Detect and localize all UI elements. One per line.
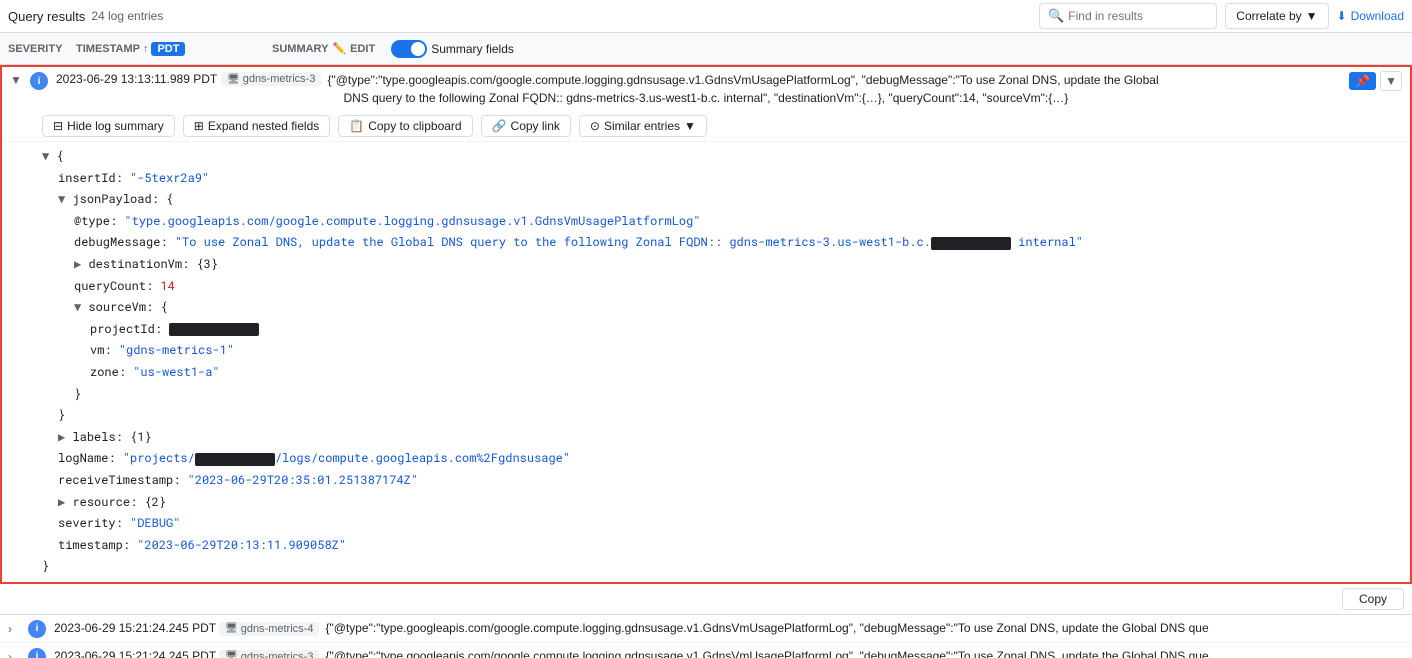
clipboard-icon: 📋 — [349, 119, 364, 133]
log-message-preview: {"@type":"type.googleapis.com/google.com… — [327, 71, 1349, 107]
log-message: {"@type":"type.googleapis.com/google.com… — [325, 619, 1404, 637]
entry-actions-right: 📌 ▼ — [1349, 71, 1402, 91]
destination-vm-field: ▶ destinationVm: {3} — [74, 254, 1402, 276]
insert-id-field: insertId: "-5texr2a9" — [58, 168, 1402, 190]
receive-timestamp-field: receiveTimestamp: "2023-06-29T20:35:01.2… — [58, 470, 1402, 492]
project-id-field: projectId: — [90, 319, 1402, 341]
collapsed-log-list: › i 2023-06-29 15:21:24.245 PDT 🖥 gdns-m… — [0, 615, 1412, 658]
table-icon: ⊟ — [53, 119, 63, 133]
log-detail-tree: ▼ { insertId: "-5texr2a9" ▼ jsonPayload:… — [2, 142, 1410, 582]
debug-message-field: debugMessage: "To use Zonal DNS, update … — [74, 232, 1402, 254]
labels-field: ▶ labels: {1} — [58, 427, 1402, 449]
timestamp-field: timestamp: "2023-06-29T20:13:11.909058Z" — [58, 535, 1402, 557]
download-icon: ⬇ — [1337, 9, 1347, 23]
log-message: {"@type":"type.googleapis.com/google.com… — [325, 647, 1404, 658]
collapse-button[interactable]: ▼ — [10, 73, 26, 87]
toolbar-left: Query results 24 log entries — [8, 9, 1031, 24]
download-button[interactable]: ⬇ Download — [1337, 9, 1404, 23]
similar-icon: ⊙ — [590, 119, 600, 133]
severity-icon-debug: i — [30, 72, 48, 90]
json-payload-field: ▼ jsonPayload: { — [58, 189, 1402, 211]
link-icon: 🔗 — [492, 119, 507, 133]
toolbar: Query results 24 log entries 🔍 Correlate… — [0, 0, 1412, 33]
timestamp-header: TIMESTAMP ↑ PDT — [76, 42, 256, 56]
root-expand[interactable]: ▼ — [42, 148, 49, 164]
find-in-results-box[interactable]: 🔍 — [1039, 3, 1217, 29]
find-in-results-input[interactable] — [1068, 9, 1208, 23]
query-count-field: queryCount: 14 — [74, 276, 1402, 298]
chevron-down-icon: ▼ — [684, 119, 696, 133]
more-options-button[interactable]: ▼ — [1380, 71, 1402, 91]
expand-icon: ⊞ — [194, 119, 204, 133]
source-chip: 🖥 gdns-metrics-4 — [219, 622, 319, 636]
entry-timestamp: 2023-06-29 15:21:24.245 PDT — [54, 621, 219, 635]
root-brace: ▼ { — [42, 146, 1402, 168]
summary-fields-label: Summary fields — [431, 42, 514, 56]
page-title: Query results — [8, 9, 85, 24]
source-vm-field: ▼ sourceVm: { — [74, 297, 1402, 319]
copy-to-clipboard-button[interactable]: 📋 Copy to clipboard — [338, 115, 472, 137]
severity-icon-debug: i — [28, 620, 46, 638]
edit-icon[interactable]: ✏️ — [332, 42, 346, 55]
entry-timestamp: 2023-06-29 13:13:11.989 PDT — [56, 72, 221, 86]
expand-nested-fields-button[interactable]: ⊞ Expand nested fields — [183, 115, 330, 137]
toggle-switch[interactable] — [391, 40, 427, 58]
toolbar-right: 🔍 Correlate by ▼ ⬇ Download — [1039, 3, 1404, 29]
type-field: @type: "type.googleapis.com/google.compu… — [74, 211, 1402, 233]
hide-log-summary-button[interactable]: ⊟ Hide log summary — [42, 115, 175, 137]
table-row[interactable]: › i 2023-06-29 15:21:24.245 PDT 🖥 gdns-m… — [0, 643, 1412, 658]
source-vm-close: } — [74, 384, 1402, 406]
summary-fields-toggle[interactable]: Summary fields — [391, 40, 514, 58]
source-chip: 🖥 gdns-metrics-3 — [221, 72, 321, 86]
sort-arrow-icon[interactable]: ↑ — [143, 43, 149, 55]
expanded-log-entry: ▼ i 2023-06-29 13:13:11.989 PDT 🖥 gdns-m… — [0, 65, 1412, 584]
expanded-entry-header: ▼ i 2023-06-29 13:13:11.989 PDT 🖥 gdns-m… — [2, 67, 1410, 111]
log-scroll-area[interactable]: ▼ i 2023-06-29 13:13:11.989 PDT 🖥 gdns-m… — [0, 65, 1412, 658]
correlate-label: Correlate by — [1236, 9, 1301, 23]
search-icon: 🔍 — [1048, 8, 1064, 24]
log-action-bar: ⊟ Hide log summary ⊞ Expand nested field… — [2, 111, 1410, 142]
copy-row: Copy — [0, 584, 1412, 615]
pdt-badge[interactable]: PDT — [151, 42, 185, 56]
similar-entries-button[interactable]: ⊙ Similar entries ▼ — [579, 115, 707, 137]
source-chip: 🖥 gdns-metrics-3 — [219, 650, 319, 658]
resource-field: ▶ resource: {2} — [58, 492, 1402, 514]
expand-icon[interactable]: › — [8, 650, 24, 658]
severity-header: SEVERITY — [8, 43, 68, 55]
monitor-icon: 🖥 — [225, 623, 238, 634]
table-row[interactable]: › i 2023-06-29 15:21:24.245 PDT 🖥 gdns-m… — [0, 615, 1412, 643]
root-close: } — [42, 556, 1402, 578]
column-headers: SEVERITY TIMESTAMP ↑ PDT SUMMARY ✏️ EDIT… — [0, 33, 1412, 65]
vm-field: vm: "gdns-metrics-1" — [90, 340, 1402, 362]
chevron-down-icon: ▼ — [1306, 9, 1318, 23]
summary-header: SUMMARY ✏️ EDIT — [272, 42, 375, 55]
expand-icon[interactable]: › — [8, 622, 24, 636]
log-count: 24 log entries — [91, 9, 163, 23]
severity-icon-debug: i — [28, 648, 46, 658]
monitor-icon: 🖥 — [227, 74, 240, 85]
monitor-icon: 🖥 — [225, 651, 238, 658]
severity-field: severity: "DEBUG" — [58, 513, 1402, 535]
copy-link-button[interactable]: 🔗 Copy link — [481, 115, 571, 137]
copy-button[interactable]: Copy — [1342, 588, 1404, 610]
entry-timestamp: 2023-06-29 15:21:24.245 PDT — [54, 649, 219, 658]
pin-button[interactable]: 📌 — [1349, 72, 1376, 90]
zone-field: zone: "us-west1-a" — [90, 362, 1402, 384]
correlate-by-button[interactable]: Correlate by ▼ — [1225, 3, 1328, 29]
json-payload-close: } — [58, 405, 1402, 427]
log-name-field: logName: "projects//logs/compute.googlea… — [58, 448, 1402, 470]
